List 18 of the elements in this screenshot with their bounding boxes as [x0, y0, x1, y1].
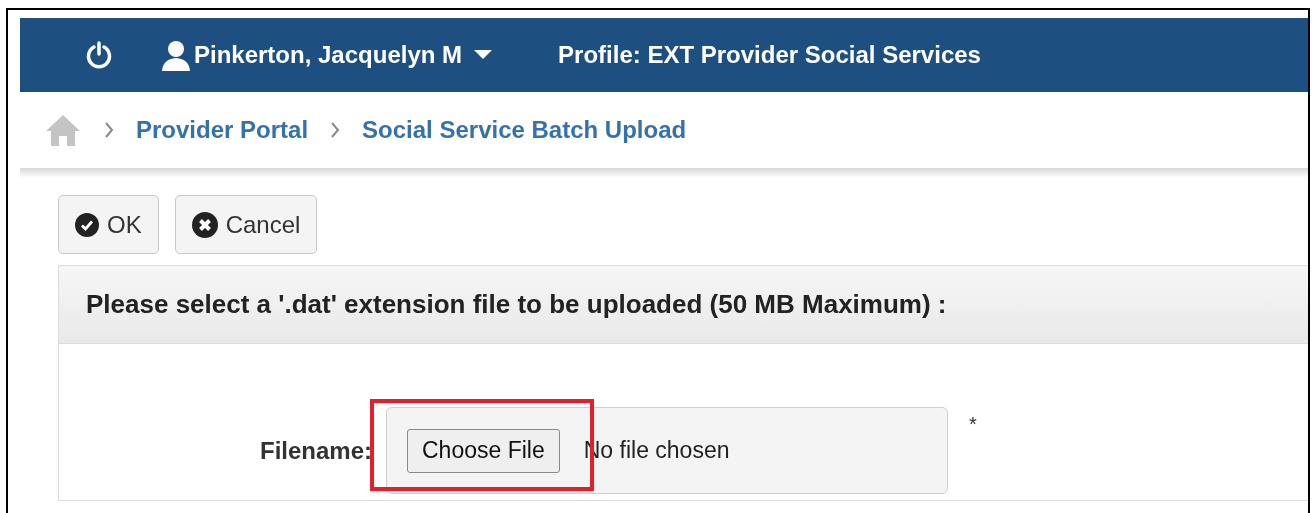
- panel-title: Please select a '.dat' extension file to be uploaded (50 MB Maximum) :: [86, 288, 947, 321]
- user-name: Pinkerton, Jacquelyn M: [194, 40, 463, 70]
- user-menu[interactable]: Pinkerton, Jacquelyn M: [160, 37, 493, 73]
- breadcrumb-link[interactable]: Social Service Batch Upload: [362, 112, 687, 148]
- power-icon[interactable]: [84, 40, 114, 70]
- profile-label: Profile: EXT Provider Social Services: [558, 40, 981, 70]
- cancel-button[interactable]: Cancel: [174, 195, 318, 254]
- breadcrumb-link[interactable]: Provider Portal: [136, 112, 309, 148]
- filename-label: Filename:: [258, 435, 372, 466]
- chevron-icon: [330, 121, 341, 139]
- choose-file-button[interactable]: Choose File: [407, 428, 560, 473]
- chevron-icon: [104, 121, 114, 139]
- caret-icon: [474, 50, 493, 60]
- user-icon: [160, 39, 192, 71]
- cancel-icon: [191, 211, 218, 238]
- check-icon: [75, 212, 99, 237]
- ok-button[interactable]: OK: [58, 195, 159, 254]
- required-mark: *: [969, 412, 977, 437]
